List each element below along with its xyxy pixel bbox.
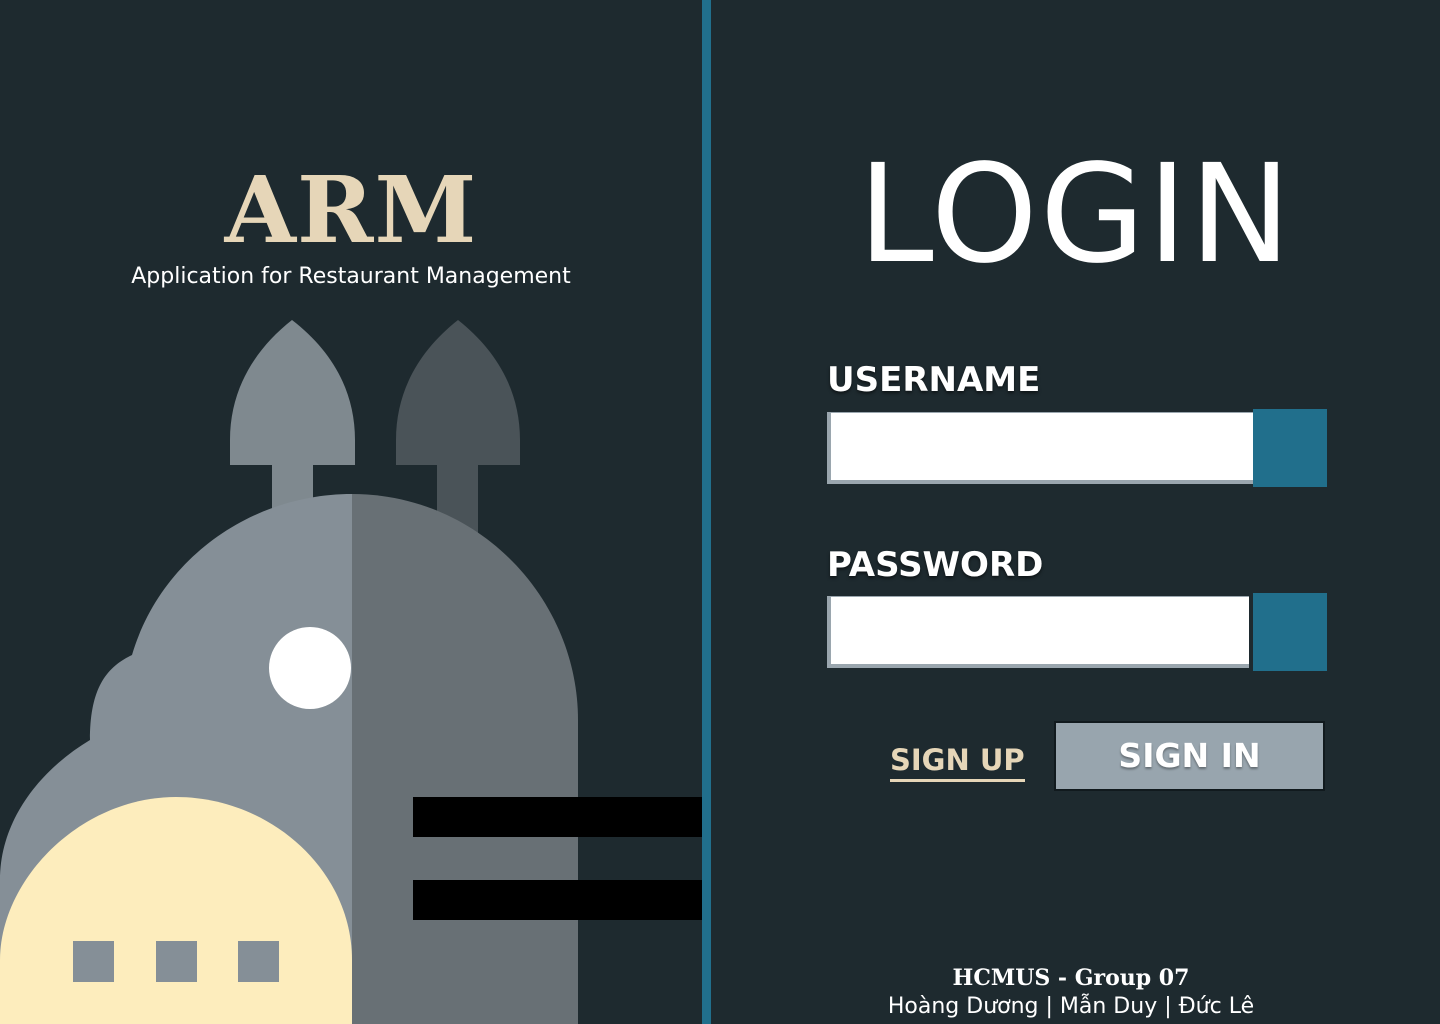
sign-up-link[interactable]: SIGN UP <box>890 742 1025 782</box>
username-label: USERNAME <box>827 360 1041 400</box>
panel-divider <box>702 0 711 1024</box>
username-input[interactable] <box>827 412 1253 484</box>
app-subtitle: Application for Restaurant Management <box>131 264 571 289</box>
password-label: PASSWORD <box>827 545 1044 585</box>
app-logo-title: ARM <box>224 156 478 264</box>
username-field-accent <box>1253 409 1327 487</box>
brand-panel: ARM Application for Restaurant Managemen… <box>0 0 702 1024</box>
login-page: ARM Application for Restaurant Managemen… <box>0 0 1440 1024</box>
sign-in-button[interactable]: SIGN IN <box>1054 721 1325 791</box>
login-heading: LOGIN <box>857 136 1294 294</box>
password-input[interactable] <box>827 596 1249 668</box>
username-field-group <box>827 409 1327 487</box>
black-bar-bottom <box>413 880 702 920</box>
restaurant-building-illustration <box>0 320 702 1024</box>
small-window-1 <box>73 941 114 982</box>
password-field-group <box>827 593 1327 671</box>
small-window-3 <box>238 941 279 982</box>
round-window-icon <box>269 627 351 709</box>
small-window-2 <box>156 941 197 982</box>
footer-member-names: Hoàng Dương | Mẫn Duy | Đức Lê <box>887 994 1255 1019</box>
footer-group-title: HCMUS - Group 07 <box>952 965 1190 991</box>
dome-right-half <box>352 494 578 1024</box>
black-bar-top <box>413 797 702 837</box>
password-field-accent <box>1253 593 1327 671</box>
